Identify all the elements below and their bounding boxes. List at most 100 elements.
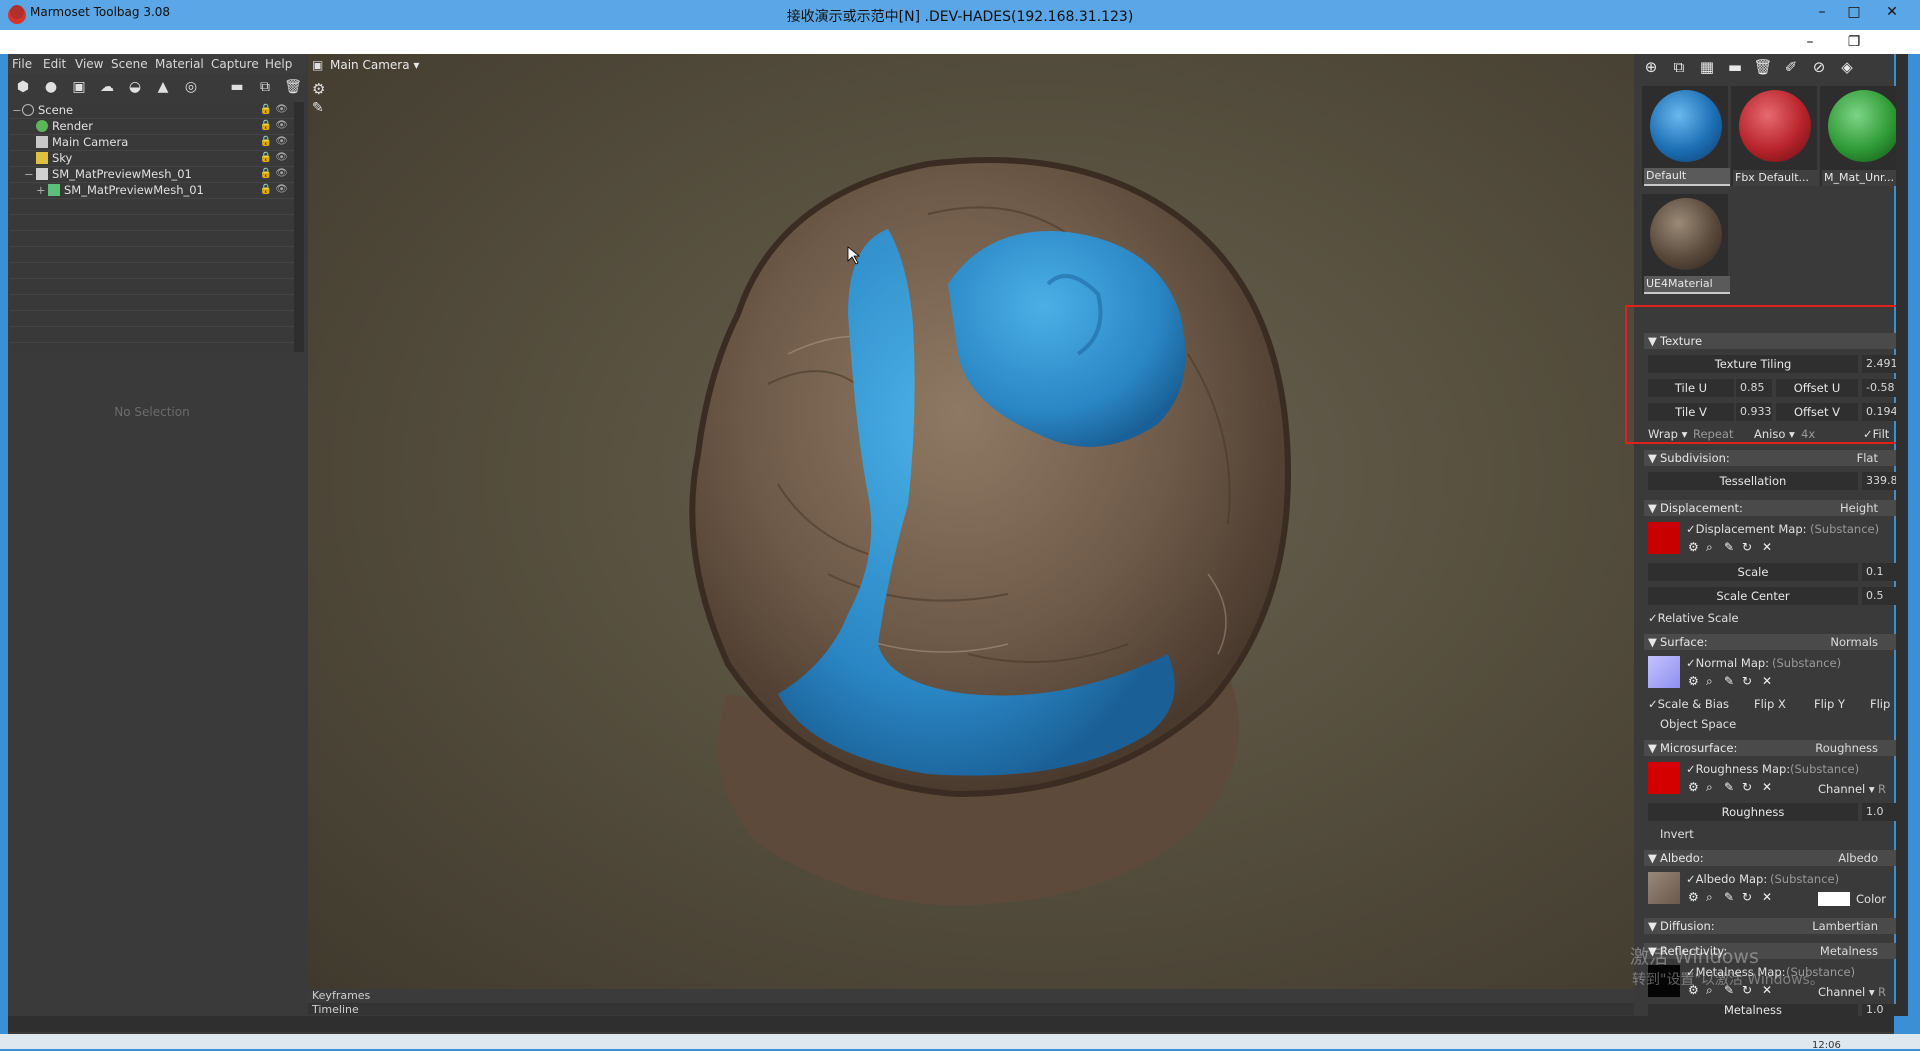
- refresh-icon[interactable]: ↻: [1742, 780, 1752, 794]
- eye-icon[interactable]: 👁: [275, 102, 288, 118]
- roughness-value[interactable]: 1.0: [1862, 803, 1896, 821]
- menu-material[interactable]: Material: [155, 57, 204, 71]
- invert-checkbox[interactable]: Invert: [1660, 827, 1694, 841]
- gear-icon[interactable]: ⚙: [1688, 674, 1699, 688]
- relative-scale-checkbox[interactable]: ✓Relative Scale: [1648, 611, 1739, 625]
- menu-edit[interactable]: Edit: [43, 57, 66, 71]
- hat-icon[interactable]: ▲: [152, 76, 174, 98]
- material-thumb-fbx[interactable]: Fbx Default...: [1731, 86, 1819, 186]
- app-restore-button[interactable]: ❐: [1840, 32, 1868, 52]
- metalness-value[interactable]: 1.0: [1862, 1004, 1896, 1016]
- tree-item-main-camera[interactable]: Main Camera 🔒 👁: [10, 134, 294, 151]
- displacement-map-swatch[interactable]: [1648, 522, 1680, 554]
- remote-maximize-button[interactable]: □: [1840, 2, 1868, 22]
- brush-icon[interactable]: ✎: [312, 100, 324, 116]
- timeline-bar[interactable]: Timeline: [308, 1003, 1634, 1016]
- scale-bias-checkbox[interactable]: ✓Scale & Bias: [1648, 697, 1729, 711]
- roughness-channel-dropdown[interactable]: Channel ▾: [1818, 782, 1875, 796]
- tessellation-value[interactable]: 339.8: [1862, 472, 1898, 490]
- metalness-channel-dropdown[interactable]: Channel ▾: [1818, 985, 1875, 999]
- material-thumb-unreal[interactable]: M_Mat_Unr...: [1820, 86, 1908, 186]
- flip-x-checkbox[interactable]: Flip X: [1754, 697, 1786, 711]
- tessellation-slider[interactable]: Tessellation: [1648, 472, 1858, 490]
- close-icon[interactable]: ✕: [1762, 890, 1772, 904]
- search-icon[interactable]: ⌕: [1706, 780, 1713, 795]
- roughness-slider[interactable]: Roughness: [1648, 803, 1858, 821]
- material-thumb-default[interactable]: Default: [1642, 86, 1730, 186]
- cube-icon[interactable]: ⬢: [12, 76, 34, 98]
- lock-icon[interactable]: 🔒: [260, 118, 272, 134]
- trash-icon[interactable]: 🗑: [1752, 56, 1774, 78]
- camera-select-dropdown[interactable]: Main Camera ▾: [330, 58, 419, 72]
- shadow-icon[interactable]: ◒: [124, 76, 146, 98]
- refresh-icon[interactable]: ↻: [1742, 674, 1752, 688]
- camera-icon[interactable]: ▣: [68, 76, 90, 98]
- flip-checkbox[interactable]: Flip: [1870, 697, 1890, 711]
- search-icon[interactable]: ⌕: [1706, 674, 1713, 689]
- scale-center-slider[interactable]: Scale Center: [1648, 587, 1858, 605]
- close-icon[interactable]: ✕: [1762, 780, 1772, 794]
- pencil-icon[interactable]: ✎: [1724, 780, 1734, 794]
- subdivision-section-header[interactable]: ▼ Subdivision: Flat: [1644, 450, 1898, 466]
- menu-view[interactable]: View: [75, 57, 103, 71]
- menu-help[interactable]: Help: [265, 57, 292, 71]
- duplicate-material-icon[interactable]: ⧉: [1668, 56, 1690, 78]
- gear-icon[interactable]: ⚙: [1688, 780, 1699, 794]
- keyframes-bar[interactable]: Keyframes: [308, 989, 1634, 1003]
- displacement-section-header[interactable]: ▼ Displacement: Height: [1644, 500, 1898, 516]
- sky-icon[interactable]: ☁: [96, 76, 118, 98]
- eye-icon[interactable]: 👁: [275, 118, 288, 134]
- trash-icon[interactable]: 🗑: [282, 76, 304, 98]
- target-icon[interactable]: ◈: [1836, 56, 1858, 78]
- sphere-icon[interactable]: ◎: [180, 76, 202, 98]
- flip-y-checkbox[interactable]: Flip Y: [1814, 697, 1845, 711]
- gear-icon[interactable]: ⚙: [1688, 540, 1699, 554]
- diffusion-section-header[interactable]: ▼ Diffusion: Lambertian: [1644, 918, 1898, 934]
- tree-scrollbar[interactable]: [294, 102, 304, 352]
- roughness-map-checkbox[interactable]: ✓Roughness Map:: [1686, 762, 1790, 776]
- pencil-icon[interactable]: ✎: [1724, 674, 1734, 688]
- close-icon[interactable]: ✕: [1762, 674, 1772, 688]
- surface-section-header[interactable]: ▼ Surface: Normals: [1644, 634, 1898, 650]
- refresh-icon[interactable]: ↻: [1742, 540, 1752, 554]
- menu-scene[interactable]: Scene: [111, 57, 148, 71]
- remote-close-button[interactable]: ✕: [1878, 2, 1906, 22]
- scale-center-value[interactable]: 0.5: [1862, 587, 1896, 605]
- viewport-camera-icon[interactable]: ▣: [312, 58, 323, 72]
- app-minimize-button[interactable]: –: [1796, 32, 1824, 52]
- lock-icon[interactable]: 🔒: [260, 182, 272, 198]
- lock-icon[interactable]: 🔒: [260, 134, 272, 150]
- lock-icon[interactable]: 🔒: [260, 150, 272, 166]
- normal-map-swatch[interactable]: [1648, 656, 1680, 688]
- scale-value[interactable]: 0.1: [1862, 563, 1896, 581]
- picker-icon[interactable]: ✐: [1780, 56, 1802, 78]
- object-space-checkbox[interactable]: Object Space: [1660, 717, 1736, 731]
- albedo-color-swatch[interactable]: [1818, 892, 1850, 906]
- compass-icon[interactable]: ⊘: [1808, 56, 1830, 78]
- 3d-viewport[interactable]: [308, 54, 1634, 989]
- roughness-map-swatch[interactable]: [1648, 762, 1680, 794]
- lock-icon[interactable]: 🔒: [260, 102, 272, 118]
- gear-icon[interactable]: ⚙: [1688, 890, 1699, 904]
- checker-icon[interactable]: ▦: [1696, 56, 1718, 78]
- material-thumb-ue4[interactable]: UE4Material: [1642, 194, 1730, 294]
- close-icon[interactable]: ✕: [1762, 540, 1772, 554]
- material-panel-scrollbar[interactable]: [1896, 54, 1908, 1016]
- gear-icon[interactable]: ⚙: [312, 80, 325, 98]
- eye-icon[interactable]: 👁: [275, 134, 288, 150]
- albedo-map-checkbox[interactable]: ✓Albedo Map:: [1686, 872, 1767, 886]
- tree-item-scene[interactable]: − Scene 🔒 👁: [10, 102, 294, 119]
- pencil-icon[interactable]: ✎: [1724, 890, 1734, 904]
- light-icon[interactable]: ●: [40, 76, 62, 98]
- folder-icon[interactable]: ▬: [226, 76, 248, 98]
- menu-capture[interactable]: Capture: [211, 57, 259, 71]
- folder-icon[interactable]: ▬: [1724, 56, 1746, 78]
- microsurface-section-header[interactable]: ▼ Microsurface: Roughness: [1644, 740, 1898, 756]
- menu-file[interactable]: File: [12, 57, 32, 71]
- albedo-map-swatch[interactable]: [1648, 872, 1680, 904]
- scale-slider[interactable]: Scale: [1648, 563, 1858, 581]
- remote-minimize-button[interactable]: –: [1808, 2, 1836, 22]
- eye-icon[interactable]: 👁: [275, 182, 288, 198]
- tree-item-mesh[interactable]: − SM_MatPreviewMesh_01 🔒 👁: [10, 166, 294, 183]
- metalness-slider[interactable]: Metalness: [1648, 1004, 1858, 1016]
